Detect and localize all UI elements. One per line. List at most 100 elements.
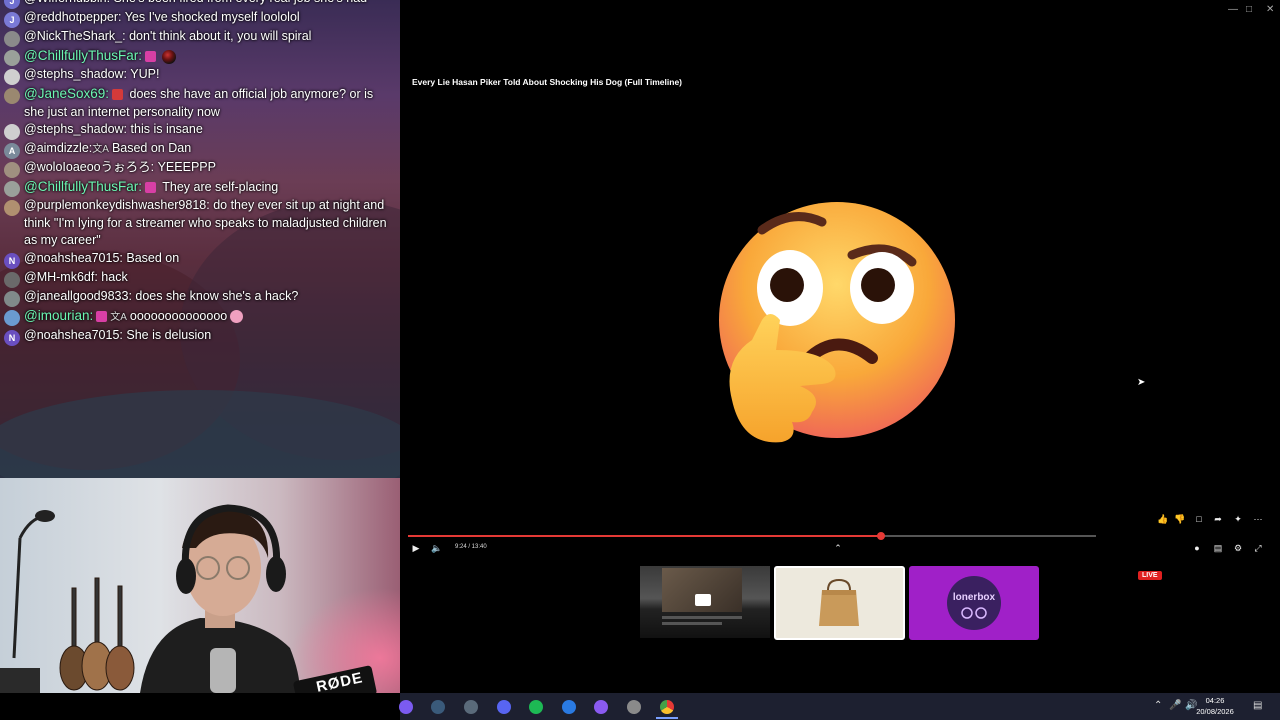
taskbar-clock[interactable]: 04:26 20/08/2026: [1190, 695, 1240, 717]
chat-message: @imourian: 文A oooooooooooooo: [0, 307, 400, 327]
settings-icon[interactable]: ⚙: [1232, 543, 1244, 553]
volume-icon[interactable]: 🔈: [431, 543, 443, 553]
chat-username[interactable]: @Wiffernubbin:: [24, 0, 110, 5]
maximize-icon[interactable]: □: [1246, 4, 1252, 15]
chat-username[interactable]: @noahshea7015:: [24, 251, 123, 265]
comment-icon[interactable]: □: [1193, 514, 1205, 524]
chat-message-text: YUP!: [130, 67, 160, 81]
background-lake: [0, 390, 400, 478]
chat-username[interactable]: @stephs_shadow:: [24, 122, 127, 136]
chat-username[interactable]: @purplemonkeydishwasher9818:: [24, 198, 210, 212]
chat-message-text: Based on Dan: [111, 141, 192, 156]
active-app-indicator: [656, 717, 678, 719]
more-icon[interactable]: ⋯: [1252, 514, 1264, 524]
progress-scrubber[interactable]: [877, 532, 886, 540]
chat-message-text: this is insane: [130, 122, 203, 137]
chat-username[interactable]: @JaneSox69:: [24, 86, 109, 101]
clock-date: 20/08/2026: [1196, 707, 1234, 716]
chat-username[interactable]: @ChillfullyThusFar:: [24, 179, 142, 194]
emote-icon: [161, 49, 176, 64]
thumbnail-lonerbox[interactable]: lonerbox: [909, 566, 1039, 640]
obs-icon[interactable]: [464, 700, 478, 714]
chat-message-text: YEEEPPP: [157, 160, 216, 175]
chat-message-text: oooooooooooooo: [129, 308, 228, 323]
thumbnail-shop[interactable]: [774, 566, 905, 640]
user-avatar: [4, 88, 20, 104]
dislike-icon[interactable]: 👎: [1174, 514, 1186, 524]
like-icon[interactable]: 👍: [1157, 514, 1169, 524]
user-avatar: A: [4, 143, 20, 160]
autoplay-icon[interactable]: ●: [1191, 543, 1203, 553]
app-icon-purple[interactable]: [594, 700, 608, 714]
chat-username[interactable]: @stephs_shadow:: [24, 67, 127, 81]
live-badge: LIVE: [1138, 571, 1162, 580]
user-avatar: [4, 181, 20, 198]
spotify-icon[interactable]: [529, 700, 543, 714]
chat-message: @purplemonkeydishwasher9818: do they eve…: [0, 197, 400, 250]
microphone-icon[interactable]: 🎤: [1169, 700, 1181, 711]
close-icon[interactable]: ✕: [1266, 4, 1274, 15]
app-icon[interactable]: [399, 700, 413, 714]
chat-username[interactable]: @woloIoaeooうぉろろ:: [24, 160, 154, 174]
steam-icon[interactable]: [431, 700, 445, 714]
emote-icon: [144, 182, 156, 194]
chat-username[interactable]: @MH-mk6df:: [24, 270, 98, 284]
fullscreen-icon[interactable]: ⤢: [1252, 543, 1264, 553]
play-icon[interactable]: ▶: [410, 543, 422, 553]
lonerbox-logo: [947, 576, 1001, 630]
emote-icon: [96, 311, 108, 323]
chat-message-text: Yes I've shocked myself loololol: [124, 10, 300, 24]
settings-app-icon[interactable]: [627, 700, 641, 714]
thumbnail-live[interactable]: [640, 566, 770, 638]
share-icon[interactable]: ➦: [1212, 514, 1224, 524]
user-avatar: [4, 271, 20, 288]
progress-bar[interactable]: [408, 532, 1096, 540]
chrome-icon[interactable]: [660, 700, 674, 714]
user-avatar: [4, 69, 20, 85]
progress-fill: [408, 535, 882, 537]
minimize-icon[interactable]: —: [1228, 4, 1238, 15]
emote-icon: [230, 310, 244, 324]
webcam-feed: RØDE: [0, 478, 400, 693]
emote-icon: [112, 89, 124, 101]
chat-message: @ChillfullyThusFar: They are self-placin…: [0, 178, 400, 198]
translate-icon: 文A: [92, 144, 109, 156]
user-avatar: [4, 124, 20, 141]
captions-icon[interactable]: ▤: [1212, 543, 1224, 553]
user-avatar: [4, 290, 20, 307]
chat-username[interactable]: @ChillfullyThusFar:: [24, 48, 142, 63]
chat-message: N @noahshea7015: She is delusion: [0, 327, 400, 346]
chat-message: @ChillfullyThusFar:: [0, 47, 400, 66]
video-title[interactable]: Every Lie Hasan Piker Told About Shockin…: [412, 77, 682, 87]
chat-message: @MH-mk6df: hack: [0, 269, 400, 288]
chat-username[interactable]: @aimdizzle:: [24, 141, 92, 155]
chat-username[interactable]: @janeallgood9833:: [24, 289, 132, 303]
webcam-scene: [0, 478, 400, 693]
chat-username[interactable]: @NickTheShark_:: [24, 29, 126, 43]
clock-time: 04:26: [1205, 696, 1225, 705]
chat-message: @woloIoaeooうぉろろ: YEEEPPP: [0, 159, 400, 179]
lonerbox-label: lonerbox: [952, 592, 996, 603]
user-avatar: J: [4, 0, 20, 9]
chat-username[interactable]: @imourian:: [24, 308, 93, 323]
chat-message-text: does she know she's a hack?: [135, 288, 299, 303]
chat-message: A @aimdizzle:文A Based on Dan: [0, 140, 400, 160]
notification-icon[interactable]: ▤: [1253, 700, 1262, 711]
shopping-bag-icon: [819, 578, 859, 626]
chevron-up-icon[interactable]: ⌃: [1154, 700, 1162, 711]
store-icon[interactable]: [562, 700, 576, 714]
chat-message: @stephs_shadow: YUP!: [0, 66, 400, 85]
chat-username[interactable]: @reddhotpepper:: [24, 10, 121, 24]
discord-icon[interactable]: [497, 700, 511, 714]
user-avatar: N: [4, 252, 20, 269]
chevron-up-icon[interactable]: ⌃: [832, 543, 844, 553]
sparkle-icon[interactable]: ✦: [1232, 514, 1244, 524]
emote-icon: [144, 51, 156, 63]
chat-message-text: Based on: [126, 250, 180, 265]
video-player: — □ ✕ Every Lie Hasan Piker Told About S…: [400, 0, 1280, 693]
chat-message: N @noahshea7015: Based on: [0, 250, 400, 269]
chat-message: @stephs_shadow: this is insane: [0, 121, 400, 141]
chat-username[interactable]: @noahshea7015:: [24, 328, 123, 342]
chat-overlay: J @Wiffernubbin: She's been fired from ev…: [0, 0, 400, 478]
screen-icon: [695, 594, 711, 606]
